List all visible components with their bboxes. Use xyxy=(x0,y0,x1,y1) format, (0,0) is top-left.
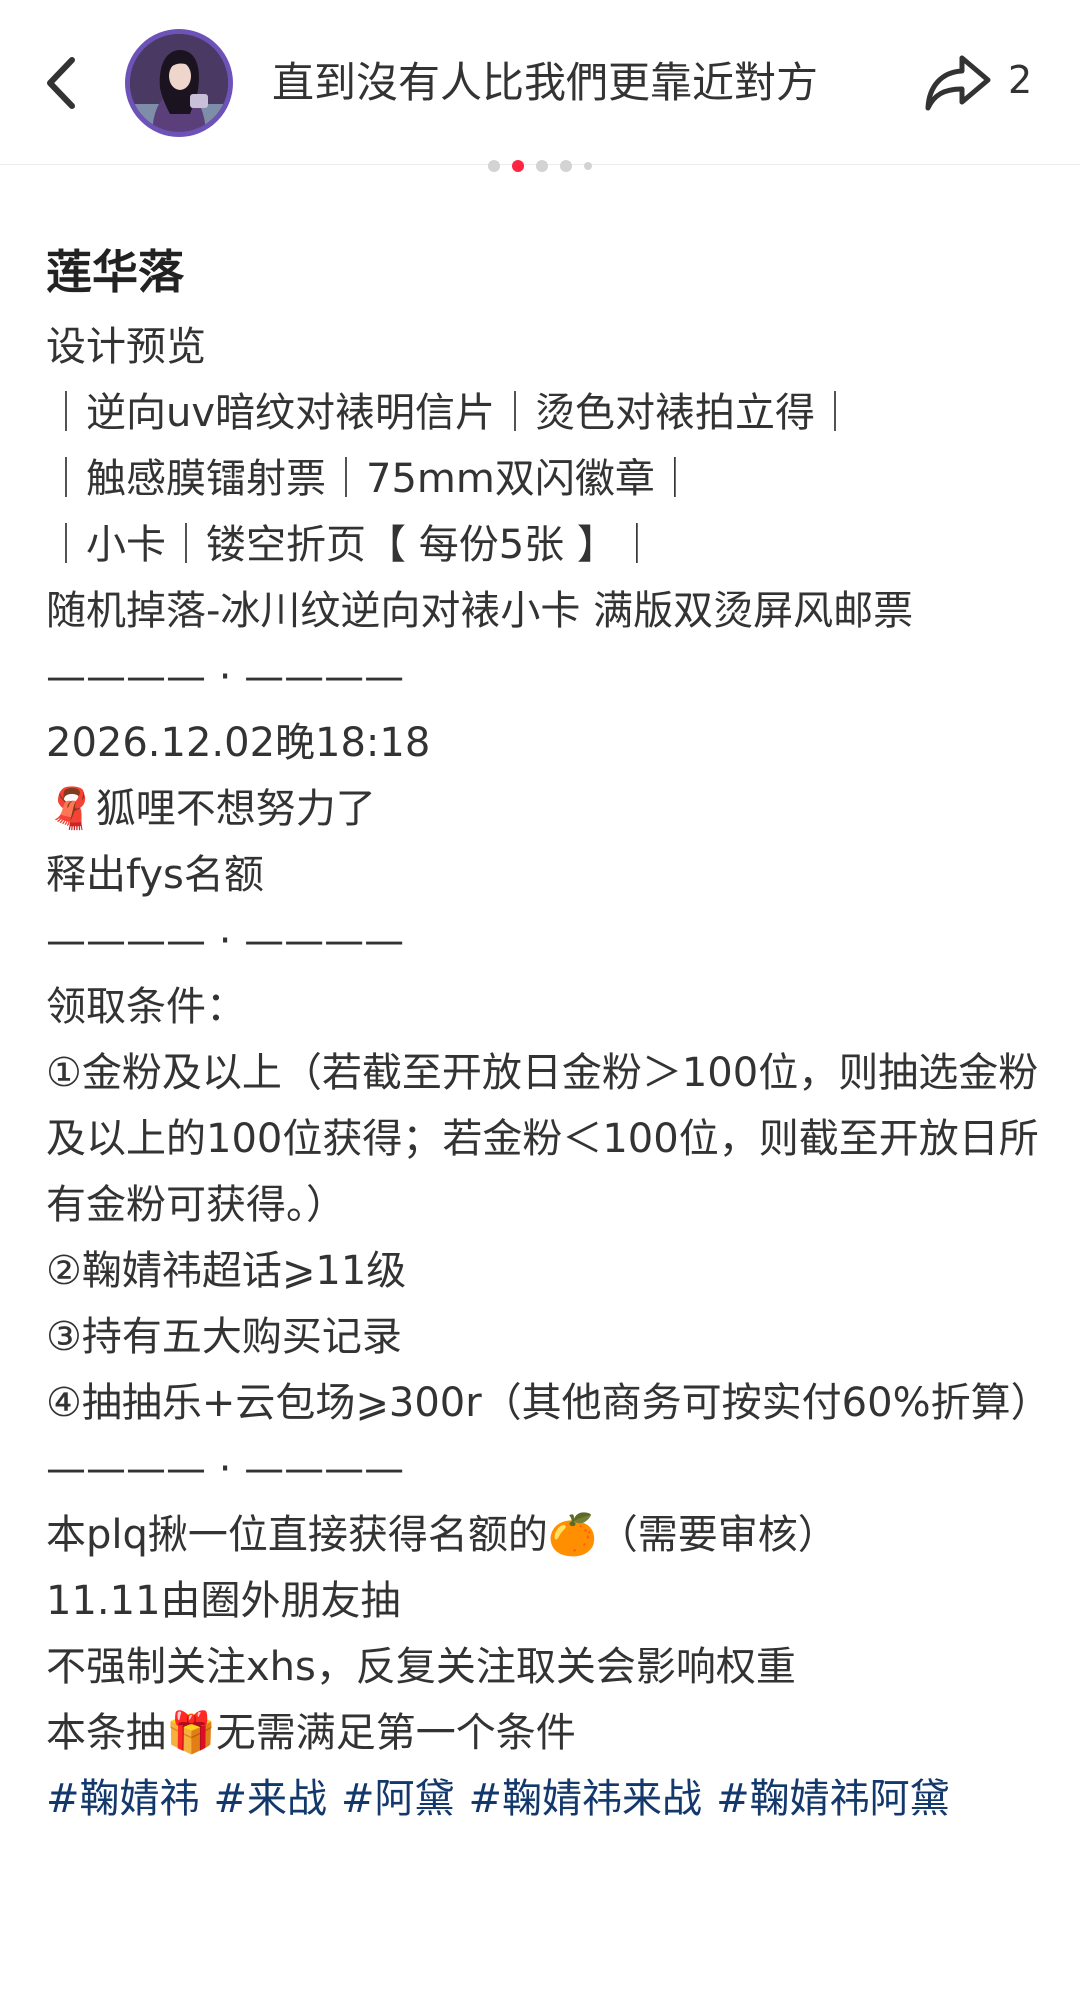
hashtag-link[interactable]: #阿黛 xyxy=(341,1766,455,1832)
post-content: 莲华落 设计预览 ｜逆向uv暗纹对裱明信片｜烫色对裱拍立得｜ ｜触感膜镭射票｜7… xyxy=(46,232,1051,1832)
post-line: 随机掉落-冰川纹逆向对裱小卡 满版双烫屏风邮票 xyxy=(46,588,914,634)
post-line: 释出fys名额 xyxy=(46,852,264,898)
post-line: ｜触感膜镭射票｜75mm双闪徽章｜ xyxy=(46,456,695,502)
post-line: 不强制关注xhs，反复关注取关会影响权重 xyxy=(46,1644,796,1690)
carousel-indicator xyxy=(0,160,1080,174)
post-line: ｜逆向uv暗纹对裱明信片｜烫色对裱拍立得｜ xyxy=(46,390,856,436)
post-title: 莲华落 xyxy=(46,245,184,299)
carousel-dot[interactable] xyxy=(560,160,572,172)
condition-item: ①金粉及以上（若截至开放日金粉＞100位，则抽选金粉及以上的100位获得；若金粉… xyxy=(46,1050,1039,1228)
hashtag-link[interactable]: #鞠婧祎 xyxy=(46,1766,200,1832)
share-button[interactable] xyxy=(922,48,994,118)
condition-item: ③持有五大购买记录 xyxy=(46,1314,402,1360)
back-arrow-icon xyxy=(47,57,75,109)
post-line: 11.11由圈外朋友抽 xyxy=(46,1578,401,1624)
avatar[interactable] xyxy=(125,29,233,137)
carousel-dot[interactable] xyxy=(584,162,592,170)
post-line: 设计预览 xyxy=(46,324,206,370)
conditions-heading: 领取条件： xyxy=(46,984,246,1030)
share-count: 2 xyxy=(1008,58,1033,102)
carousel-dot[interactable] xyxy=(536,160,548,172)
post-line: 本plq揪一位直接获得名额的🍊（需要审核） xyxy=(46,1512,838,1558)
carousel-dot[interactable] xyxy=(488,160,500,172)
share-icon xyxy=(925,55,991,111)
hashtag-link[interactable]: #鞠婧祎来战 xyxy=(469,1766,703,1832)
post-datetime: 2026.12.02晚18:18 xyxy=(46,720,431,766)
hashtag-link[interactable]: #来战 xyxy=(214,1766,328,1832)
back-button[interactable] xyxy=(36,48,96,118)
top-bar: 直到沒有人比我們更靠近對方 2 xyxy=(0,0,1080,165)
post-line: ｜小卡｜镂空折页【 每份5张 】｜ xyxy=(46,522,657,568)
divider-line: ———— · ———— xyxy=(46,654,405,700)
divider-line: ———— · ———— xyxy=(46,1446,405,1492)
hashtag-link[interactable]: #鞠婧祎阿黛 xyxy=(716,1766,950,1832)
condition-item: ④抽抽乐+云包场⩾300r（其他商务可按实付60%折算） xyxy=(46,1380,1051,1426)
carousel-dot-active[interactable] xyxy=(512,160,524,172)
header-title[interactable]: 直到沒有人比我們更靠近對方 xyxy=(272,53,872,113)
avatar-image xyxy=(130,34,228,132)
hashtag-list: #鞠婧祎 #来战 #阿黛 #鞠婧祎来战 #鞠婧祎阿黛 xyxy=(46,1766,1046,1832)
condition-item: ②鞠婧祎超话⩾11级 xyxy=(46,1248,407,1294)
post-line: 🧣狐哩不想努力了 xyxy=(46,786,376,832)
post-line: 本条抽🎁无需满足第一个条件 xyxy=(46,1710,576,1756)
divider-line: ———— · ———— xyxy=(46,918,405,964)
